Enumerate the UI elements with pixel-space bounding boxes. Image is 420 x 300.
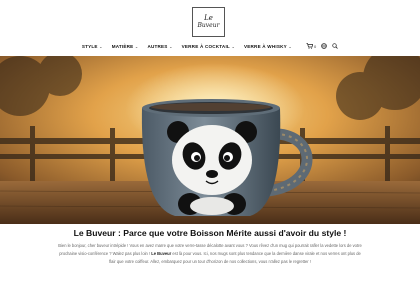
chevron-down-icon: ⌄ (134, 43, 139, 49)
nav-item-autres-label: AUTRES (147, 43, 168, 49)
nav-item-verre-whisky[interactable]: VERRE À WHISKY ⌄ (244, 44, 292, 49)
chevron-down-icon: ⌄ (231, 43, 235, 49)
nav-item-style-label: STYLE (81, 43, 98, 49)
cart-icon (306, 43, 313, 49)
page-title: Le Buveur : Parce que votre Boisson Méri… (73, 228, 347, 238)
chevron-down-icon: ⌄ (99, 43, 103, 49)
intro-brand-name: Le Buveur (151, 250, 172, 256)
logo-line-2: Buveur (197, 22, 220, 29)
language-button[interactable] (321, 43, 327, 49)
nav-item-matiere[interactable]: MATIÈRE ⌄ (112, 44, 139, 49)
search-button[interactable] (332, 43, 338, 49)
globe-icon (321, 43, 327, 49)
cart-button[interactable]: 0 (306, 43, 316, 49)
nav-item-verre-cocktail[interactable]: VERRE À COCKTAIL ⌄ (182, 44, 235, 49)
nav-item-verre-cocktail-label: VERRE À COCKTAIL (181, 43, 230, 49)
search-icon (332, 43, 338, 49)
cart-count: 0 (313, 43, 317, 49)
nav-item-matiere-label: MATIÈRE (111, 43, 134, 49)
chevron-down-icon: ⌄ (288, 43, 292, 49)
site-header: Le Buveur STYLE ⌄ MATIÈRE ⌄ AUTRES ⌄ VER… (0, 0, 420, 56)
chevron-down-icon: ⌄ (169, 43, 173, 49)
main-navigation: STYLE ⌄ MATIÈRE ⌄ AUTRES ⌄ VERRE À COCKT… (0, 40, 420, 52)
nav-item-verre-whisky-label: VERRE À WHISKY (244, 43, 287, 49)
panda-mug-illustration (0, 56, 420, 224)
site-logo[interactable]: Le Buveur (192, 7, 225, 37)
nav-item-style[interactable]: STYLE ⌄ (82, 44, 103, 49)
logo-line-1: Le (204, 14, 213, 22)
nav-item-autres[interactable]: AUTRES ⌄ (147, 44, 172, 49)
intro-paragraph: Bien le bonjour, cher buveur intrépide !… (58, 242, 362, 265)
hero-image (0, 56, 420, 224)
